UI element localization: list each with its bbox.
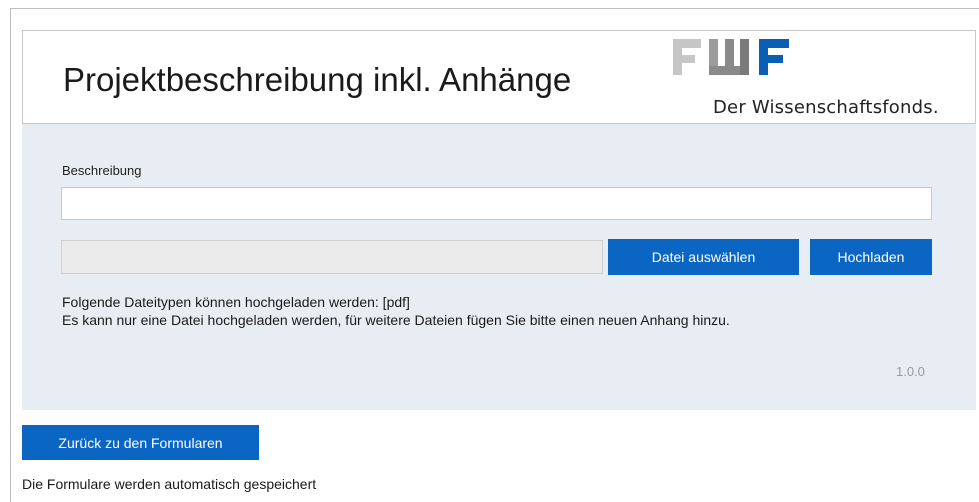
logo-tagline: Der Wissenschaftsfonds.	[713, 97, 939, 118]
description-label: Beschreibung	[62, 163, 142, 178]
autosave-note: Die Formulare werden automatisch gespeic…	[22, 476, 317, 492]
selected-file-display	[61, 240, 603, 274]
fwf-logo: Der Wissenschaftsfonds.	[671, 35, 971, 121]
page-title: Projektbeschreibung inkl. Anhänge	[63, 61, 572, 98]
description-input[interactable]	[61, 187, 932, 220]
choose-file-button[interactable]: Datei auswählen	[608, 239, 799, 275]
version-label: 1.0.0	[896, 364, 925, 379]
fwf-logo-mark	[673, 39, 789, 75]
page-header: Projektbeschreibung inkl. Anhänge Der Wi…	[22, 30, 976, 124]
back-to-forms-button[interactable]: Zurück zu den Formularen	[22, 425, 259, 460]
allowed-file-types-info: Folgende Dateitypen können hochgeladen w…	[62, 294, 410, 310]
single-file-info: Es kann nur eine Datei hochgeladen werde…	[62, 312, 730, 328]
upload-button[interactable]: Hochladen	[810, 239, 932, 275]
